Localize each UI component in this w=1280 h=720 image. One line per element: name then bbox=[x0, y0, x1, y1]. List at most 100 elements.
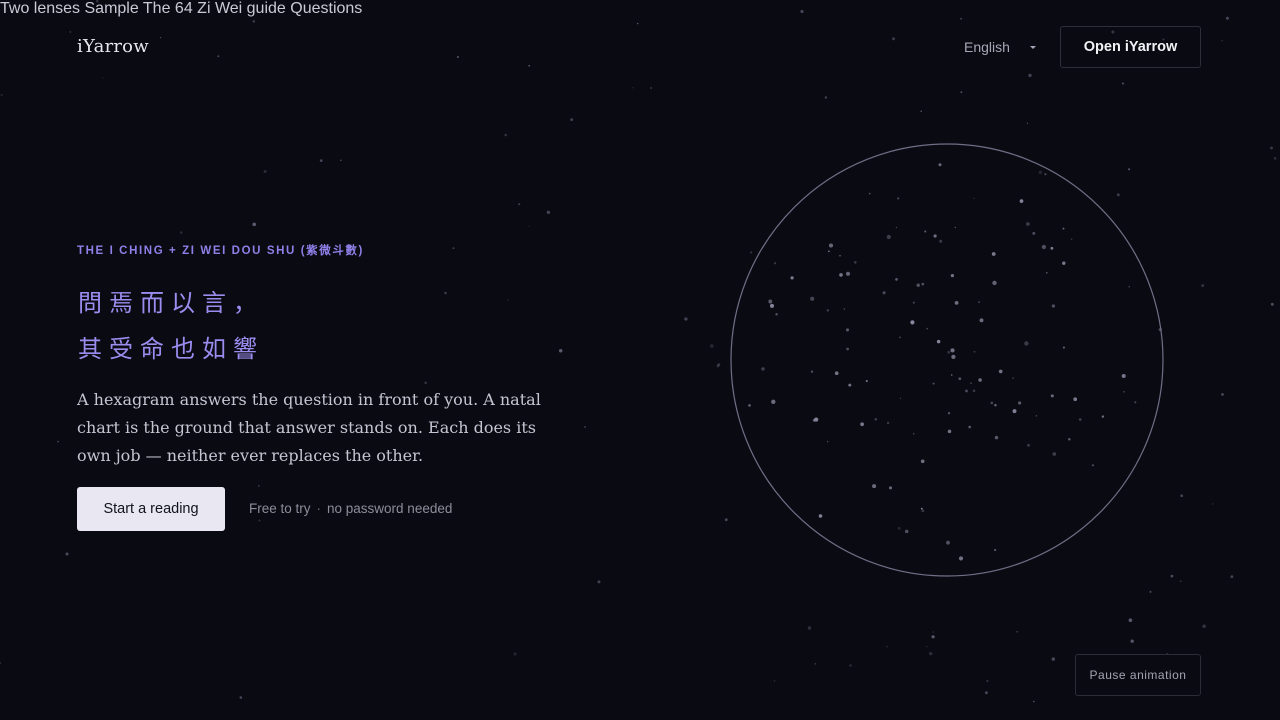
disc-star bbox=[897, 197, 900, 200]
star bbox=[810, 370, 814, 373]
disc-star bbox=[1024, 341, 1029, 346]
star bbox=[1038, 170, 1043, 175]
star bbox=[65, 552, 69, 556]
disc-star bbox=[938, 163, 942, 167]
hero-poem: 問焉而以言， 其受命也如響 bbox=[78, 280, 264, 372]
star bbox=[773, 680, 776, 682]
star bbox=[159, 37, 162, 39]
disc-star bbox=[1012, 377, 1015, 380]
star bbox=[826, 309, 830, 312]
note-separator: · bbox=[316, 501, 322, 516]
disc-star bbox=[1032, 231, 1036, 235]
disc-star bbox=[1041, 244, 1047, 250]
disc-star bbox=[1123, 391, 1125, 393]
star bbox=[1270, 146, 1273, 150]
star bbox=[1134, 401, 1137, 404]
start-reading-button[interactable]: Start a reading bbox=[77, 487, 225, 531]
disc-star bbox=[994, 404, 997, 407]
star bbox=[993, 548, 997, 552]
disc-star bbox=[954, 226, 956, 229]
disc-star bbox=[998, 369, 1003, 374]
star bbox=[1180, 494, 1184, 498]
disc-star bbox=[775, 312, 778, 316]
disc-star bbox=[845, 271, 851, 276]
disc-star bbox=[951, 354, 956, 360]
disc-star bbox=[1101, 415, 1105, 418]
star bbox=[904, 529, 909, 534]
disc-star bbox=[950, 374, 953, 376]
star bbox=[717, 363, 721, 367]
star bbox=[513, 652, 517, 656]
chevron-down-icon[interactable] bbox=[1030, 46, 1036, 49]
star bbox=[978, 301, 980, 303]
disc-star bbox=[970, 382, 972, 384]
disc-star bbox=[1062, 346, 1065, 349]
brand-logo[interactable]: iYarrow bbox=[77, 36, 149, 57]
disc-star bbox=[1068, 437, 1071, 441]
disc-star bbox=[947, 429, 952, 434]
disc-star bbox=[768, 299, 773, 304]
star bbox=[69, 31, 72, 33]
star bbox=[263, 169, 267, 174]
disc-star bbox=[1050, 246, 1054, 250]
disc-star bbox=[1073, 397, 1078, 402]
star bbox=[57, 440, 59, 443]
star bbox=[824, 96, 828, 99]
star bbox=[1116, 193, 1120, 197]
star bbox=[1130, 639, 1134, 643]
disc-star bbox=[950, 348, 955, 353]
disc-star bbox=[810, 296, 815, 301]
star bbox=[0, 93, 3, 96]
star bbox=[724, 518, 728, 522]
star bbox=[892, 37, 895, 41]
poem-line: 其受命也如響 bbox=[78, 335, 264, 363]
disc-star bbox=[899, 397, 902, 399]
open-app-button[interactable]: Open iYarrow bbox=[1060, 26, 1201, 68]
hero-eyebrow: THE I CHING + ZI WEI DOU SHU (紫微斗數) bbox=[77, 245, 364, 257]
disc-star bbox=[920, 507, 923, 510]
star bbox=[960, 91, 963, 94]
star bbox=[217, 55, 220, 58]
star bbox=[1179, 580, 1182, 583]
language-select[interactable]: English bbox=[964, 39, 1010, 55]
star bbox=[258, 519, 261, 522]
pause-animation-button[interactable]: Pause animation bbox=[1075, 654, 1201, 696]
star bbox=[528, 225, 530, 227]
disc-star bbox=[910, 320, 915, 325]
disc-star bbox=[854, 261, 857, 264]
star bbox=[1201, 284, 1205, 288]
disc-star bbox=[1035, 415, 1038, 417]
star bbox=[849, 664, 852, 667]
star bbox=[897, 526, 901, 530]
disc-star bbox=[834, 371, 839, 376]
disc-star bbox=[973, 350, 976, 353]
star bbox=[1028, 73, 1032, 78]
star bbox=[528, 64, 531, 67]
star bbox=[1221, 40, 1223, 42]
disc-star bbox=[845, 328, 850, 332]
star bbox=[584, 426, 586, 428]
star bbox=[456, 55, 459, 59]
disc-star bbox=[769, 303, 775, 308]
disc-star bbox=[828, 243, 834, 248]
star bbox=[518, 203, 521, 206]
star bbox=[558, 348, 563, 353]
disc-star bbox=[946, 540, 950, 545]
disc-star bbox=[886, 421, 890, 425]
cta-note: Free to try · no password needed bbox=[249, 501, 452, 516]
star bbox=[1026, 122, 1029, 124]
disc-star bbox=[921, 509, 925, 513]
disc-star bbox=[773, 262, 777, 265]
star bbox=[750, 251, 753, 254]
disc-star bbox=[968, 425, 972, 429]
disc-star bbox=[1050, 394, 1054, 398]
star bbox=[252, 20, 255, 23]
star bbox=[710, 344, 714, 348]
disc-star bbox=[826, 441, 829, 443]
disc-star bbox=[790, 276, 794, 280]
star bbox=[1128, 285, 1131, 288]
star bbox=[319, 159, 323, 162]
star bbox=[886, 645, 888, 648]
orbit-ring bbox=[730, 143, 1164, 577]
disc-star bbox=[1121, 373, 1126, 379]
